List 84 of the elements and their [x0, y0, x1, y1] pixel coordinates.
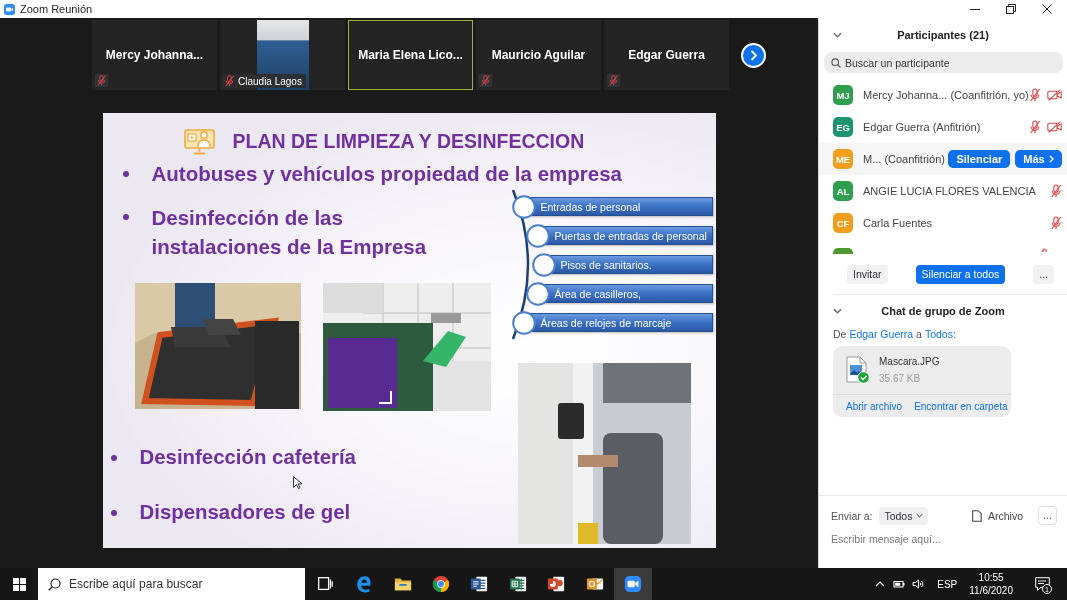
- slide-title: PLAN DE LIMPIEZA Y DESINFECCION: [232, 129, 585, 153]
- presentation-app-icon: [547, 575, 566, 593]
- avatar: CF: [833, 213, 853, 233]
- next-page-button[interactable]: [741, 42, 766, 68]
- participant-row[interactable]: ME M... (Coanfitrión) Silenciar Más: [819, 143, 1067, 175]
- mouse-cursor-icon: [292, 476, 302, 489]
- file-button[interactable]: Archivo: [972, 509, 1023, 522]
- participant-name: Mercy Johanna...: [105, 48, 204, 62]
- computer-user-icon: [183, 127, 215, 155]
- more-button[interactable]: ...: [1038, 506, 1057, 525]
- circle-marker-icon: [511, 310, 536, 335]
- search-field[interactable]: Buscar un participante: [824, 52, 1063, 73]
- speech-bubble-icon: [1034, 577, 1050, 591]
- bullet-icon: [122, 170, 129, 177]
- circle-marker-icon: [531, 252, 556, 277]
- video-camera-app-icon: [4, 3, 15, 15]
- clock-time[interactable]: 10:55: [978, 571, 1004, 584]
- send-to-label: Enviar a:: [831, 509, 873, 522]
- collapse-icon: [833, 32, 842, 38]
- avatar: ME: [833, 149, 853, 169]
- participant-name: Edgar Guerra (Anfitrión): [863, 121, 981, 133]
- message-prefix: De: [833, 328, 847, 340]
- circle-marker-icon: [525, 281, 550, 306]
- search-icon: [48, 577, 61, 591]
- bullet-icon: [122, 214, 129, 220]
- circle-marker-icon: [511, 194, 536, 219]
- bullet-icon: [110, 509, 117, 516]
- participant-name: Mauricio Aguilar: [491, 48, 586, 62]
- video-camera-app-icon: [623, 575, 642, 593]
- document-icon: [972, 509, 982, 522]
- file-size: 35.67 KB: [879, 373, 922, 384]
- more-button[interactable]: ...: [1033, 264, 1054, 284]
- bullet-icon: [110, 454, 117, 461]
- participant-name: Edgar Guerra: [628, 48, 705, 62]
- recipient-dropdown[interactable]: Todos: [879, 506, 929, 525]
- bullet-text: Desinfección cafetería: [139, 445, 356, 470]
- participant-name: Carla Fuentes: [863, 217, 933, 229]
- browser-icon: [431, 575, 450, 593]
- chevron-right-icon: [1048, 155, 1054, 163]
- windows-logo-icon: [12, 577, 26, 591]
- participant-row[interactable]: MJ Mercy Johanna... (Coanfitrión, yo): [819, 79, 1067, 111]
- speaker-icon: [911, 578, 924, 590]
- close-icon: [1042, 4, 1052, 14]
- mute-button[interactable]: Silenciar: [948, 150, 1011, 168]
- chevron-right-icon: [749, 49, 758, 61]
- battery-icon: [892, 578, 905, 590]
- participant-row[interactable]: AL ANGIE LUCIA FLORES VALENCIA: [819, 175, 1067, 207]
- participant-name: Maria Elena Lico...: [358, 48, 463, 62]
- participant-name: ANGIE LUCIA FLORES VALENCIA: [863, 185, 1036, 197]
- chevron-down-icon: [916, 513, 924, 518]
- participant-name: M... (Coanfitrión): [863, 153, 945, 165]
- open-file-link[interactable]: Abrir archivo: [846, 400, 903, 412]
- task-view-icon: [316, 575, 334, 593]
- taskbar-app-button[interactable]: [613, 568, 653, 600]
- file-name: Mascara.JPG: [879, 356, 940, 367]
- panel-title: Chat de grupo de Zoom: [881, 305, 1005, 317]
- invite-button[interactable]: Invitar: [847, 264, 888, 284]
- bullet-text: Autobuses y vehículos propiedad de la empresa: [151, 161, 622, 187]
- message-prefix: a: [916, 328, 922, 340]
- mute-all-button[interactable]: Silenciar a todos: [915, 264, 1006, 284]
- window-title: Zoom Reunión: [20, 3, 93, 15]
- bullet-text: Dispensadores de gel: [139, 500, 351, 525]
- participant-name: Claudia Lagos: [238, 75, 302, 87]
- panel-title: Participantes (21): [897, 29, 989, 41]
- search-icon: [831, 57, 841, 68]
- recipient-link[interactable]: Todos:: [924, 328, 956, 340]
- circle-marker-icon: [525, 223, 550, 248]
- sender-link[interactable]: Edgar Guerra: [849, 328, 914, 340]
- collapse-icon: [833, 308, 842, 314]
- avatar: MJ: [833, 85, 853, 105]
- restore-icon: [1006, 4, 1016, 14]
- bullet-text: Desinfección de las instalaciones de la Empresa: [151, 205, 428, 260]
- avatar: EG: [833, 117, 853, 137]
- taskbar-search-field[interactable]: Escribe aquí para buscar: [38, 568, 305, 600]
- show-in-folder-link[interactable]: Encontrar en carpeta: [914, 400, 1008, 412]
- document-app-icon: [470, 575, 489, 593]
- avatar: AL: [833, 181, 853, 201]
- participant-row[interactable]: CF Carla Fuentes: [819, 207, 1067, 239]
- language-indicator[interactable]: ESP: [937, 578, 958, 590]
- more-button[interactable]: Más: [1015, 150, 1062, 168]
- spreadsheet-app-icon: [508, 575, 527, 593]
- participant-name: Mercy Johanna... (Coanfitrión, yo): [863, 89, 1029, 101]
- clock-date[interactable]: 11/6/2020: [969, 584, 1013, 597]
- participant-row[interactable]: EG Edgar Guerra (Anfitrión): [819, 111, 1067, 143]
